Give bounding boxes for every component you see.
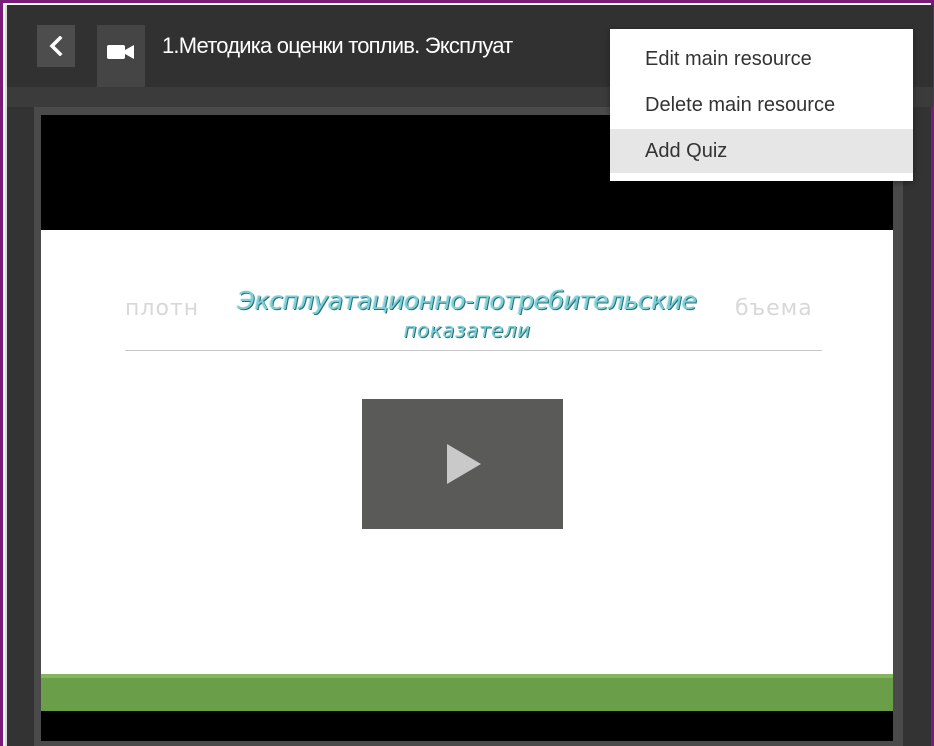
chevron-left-icon xyxy=(49,36,63,56)
play-button[interactable] xyxy=(362,399,563,529)
play-icon xyxy=(446,444,481,484)
add-quiz-item[interactable]: Add Quiz xyxy=(610,129,913,173)
slide-footer-bar xyxy=(41,674,893,711)
slide-divider xyxy=(125,350,822,351)
video-preview-slide: плотн бъема Эксплуатационно-потребительс… xyxy=(41,230,893,679)
edit-main-resource-item[interactable]: Edit main resource xyxy=(610,37,913,81)
slide-footer-highlight xyxy=(41,674,893,678)
video-camera-icon xyxy=(107,45,134,59)
video-player[interactable]: плотн бъема Эксплуатационно-потребительс… xyxy=(41,115,893,741)
slide-heading-line1: Эксплуатационно-потребительские xyxy=(237,286,697,315)
delete-main-resource-item[interactable]: Delete main resource xyxy=(610,83,913,127)
back-button[interactable] xyxy=(37,25,75,67)
resource-title: 1.Методика оценки топлив. Эксплуат xyxy=(162,33,513,58)
resource-options-menu: Edit main resource Delete main resource … xyxy=(610,29,913,181)
slide-heading-line2: показатели xyxy=(403,318,531,342)
